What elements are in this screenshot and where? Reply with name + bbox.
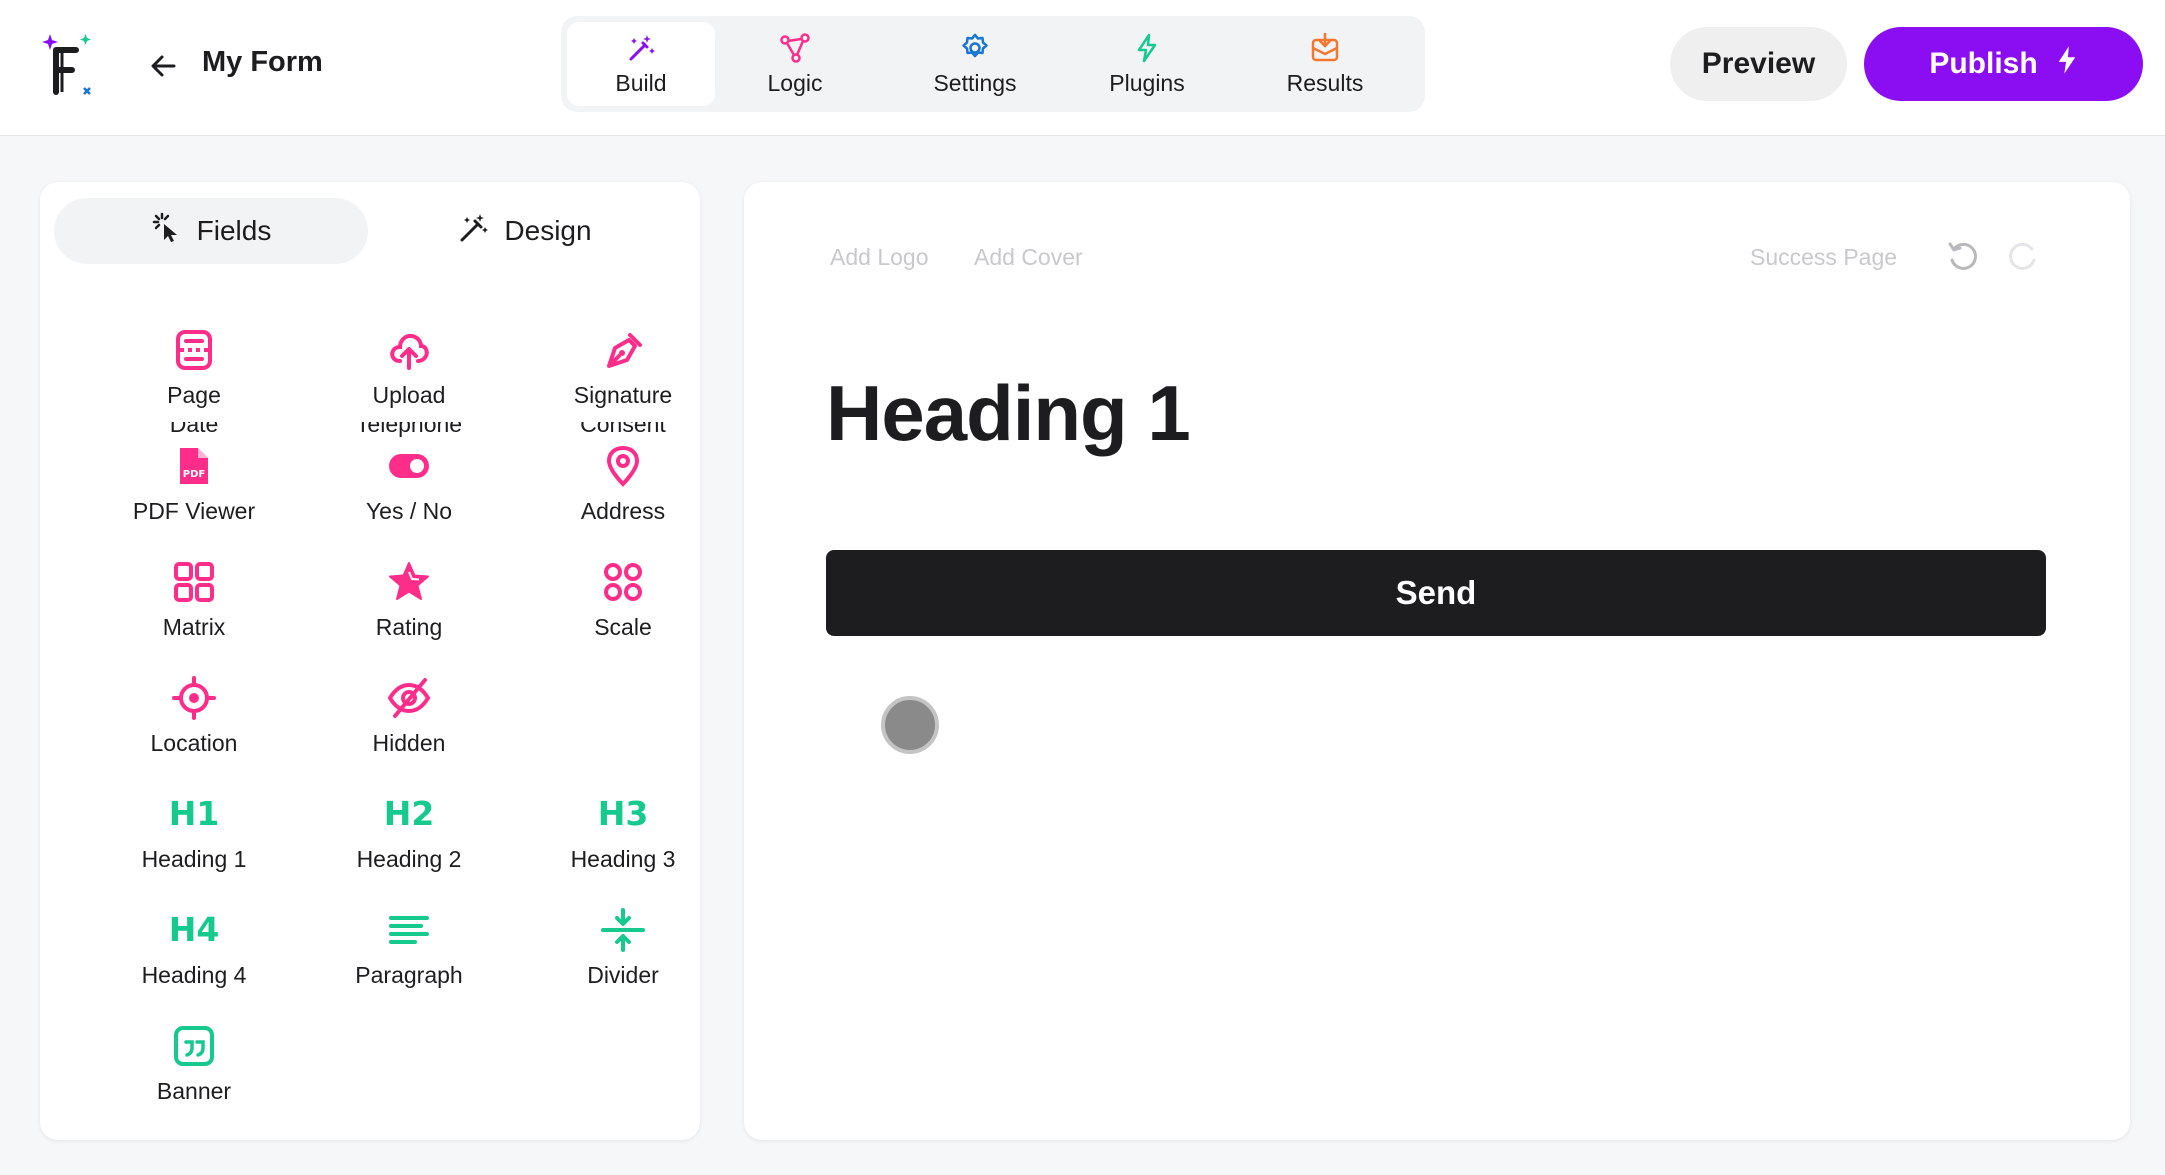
paragraph-icon bbox=[387, 908, 431, 952]
field-scale[interactable]: Scale bbox=[516, 560, 700, 670]
field-label: Heading 4 bbox=[141, 962, 247, 988]
tab-settings[interactable]: Settings bbox=[889, 22, 1061, 106]
toggle-icon bbox=[387, 444, 431, 488]
success-page-link[interactable]: Success Page bbox=[1750, 244, 1897, 271]
inbox-icon bbox=[1309, 32, 1341, 64]
add-logo-link[interactable]: Add Logo bbox=[830, 244, 928, 271]
field-label: Heading 3 bbox=[570, 846, 676, 872]
map-pin-icon bbox=[601, 444, 645, 488]
form-canvas: Add Logo Add Cover Success Page Heading … bbox=[744, 182, 2130, 1140]
field-yes-no[interactable]: Yes / No bbox=[302, 444, 516, 554]
fields-panel: Date Telephone Consent Page Upload Signa… bbox=[40, 182, 700, 1140]
field-label: Heading 2 bbox=[356, 846, 462, 872]
quote-icon bbox=[172, 1024, 216, 1068]
field-label: Banner bbox=[156, 1078, 232, 1104]
pointer-click-icon bbox=[151, 212, 183, 251]
gear-icon bbox=[959, 32, 991, 64]
field-signature[interactable]: Signature bbox=[516, 328, 700, 438]
field-heading-4[interactable]: H4 Heading 4 bbox=[87, 908, 301, 1018]
tab-label: Settings bbox=[933, 69, 1017, 96]
eye-off-icon bbox=[387, 676, 431, 720]
field-label: Upload bbox=[372, 382, 446, 408]
field-banner[interactable]: Banner bbox=[87, 1024, 301, 1134]
grid-icon bbox=[172, 560, 216, 604]
form-title[interactable]: My Form bbox=[202, 46, 323, 79]
field-label: Address bbox=[580, 498, 666, 524]
lightning-icon bbox=[2056, 45, 2078, 83]
field-label: Signature bbox=[573, 382, 673, 408]
panel-tabs: Fields Design bbox=[54, 198, 686, 264]
heading-4-icon: H4 bbox=[168, 910, 220, 949]
page-icon bbox=[172, 328, 216, 372]
cloud-upload-icon bbox=[387, 328, 431, 372]
app-logo[interactable] bbox=[40, 30, 106, 100]
field-label: Matrix bbox=[162, 614, 226, 640]
tab-design[interactable]: Design bbox=[368, 198, 682, 264]
tab-label: Plugins bbox=[1109, 69, 1185, 96]
field-label: Location bbox=[150, 730, 238, 756]
pdf-icon: PDF bbox=[172, 444, 216, 488]
heading-3-icon: H3 bbox=[597, 794, 649, 833]
field-label: Scale bbox=[594, 614, 652, 640]
main-tabs: Build Logic Settings Plugins Results bbox=[561, 16, 1425, 112]
undo-icon[interactable] bbox=[1946, 240, 1980, 274]
tab-results[interactable]: Results bbox=[1251, 22, 1399, 106]
magic-wand-icon bbox=[625, 32, 657, 64]
field-page[interactable]: Page bbox=[87, 328, 301, 438]
field-heading-3[interactable]: H3 Heading 3 bbox=[516, 792, 700, 902]
cursor-indicator bbox=[881, 696, 939, 754]
send-button[interactable]: Send bbox=[826, 550, 2046, 636]
field-label: Hidden bbox=[372, 730, 446, 756]
field-label: Yes / No bbox=[365, 498, 453, 524]
field-rating[interactable]: Rating bbox=[302, 560, 516, 670]
add-cover-link[interactable]: Add Cover bbox=[974, 244, 1083, 271]
field-label: Paragraph bbox=[355, 962, 463, 988]
publish-button[interactable]: Publish bbox=[1864, 27, 2143, 101]
field-paragraph[interactable]: Paragraph bbox=[302, 908, 516, 1018]
field-divider[interactable]: Divider bbox=[516, 908, 700, 1018]
tab-fields-label: Fields bbox=[196, 215, 272, 246]
field-label: PDF Viewer bbox=[132, 498, 256, 524]
publish-label: Publish bbox=[1929, 47, 2038, 80]
form-heading[interactable]: Heading 1 bbox=[826, 368, 1191, 459]
divider-icon bbox=[601, 908, 645, 952]
field-upload[interactable]: Upload bbox=[302, 328, 516, 438]
tab-plugins[interactable]: Plugins bbox=[1073, 22, 1221, 106]
top-bar: My Form Build Logic Settings Plugins Res… bbox=[0, 0, 2165, 136]
tab-label: Build bbox=[615, 69, 667, 96]
tab-label: Results bbox=[1286, 69, 1364, 96]
tab-build[interactable]: Build bbox=[567, 22, 715, 106]
field-hidden[interactable]: Hidden bbox=[302, 676, 516, 786]
field-heading-2[interactable]: H2 Heading 2 bbox=[302, 792, 516, 902]
field-label: Rating bbox=[375, 614, 443, 640]
field-pdf-viewer[interactable]: PDF PDF Viewer bbox=[87, 444, 301, 554]
nodes-icon bbox=[779, 32, 811, 64]
heading-2-icon: H2 bbox=[383, 794, 435, 833]
svg-text:PDF: PDF bbox=[183, 469, 205, 480]
field-heading-1[interactable]: H1 Heading 1 bbox=[87, 792, 301, 902]
magic-wand-icon bbox=[458, 212, 490, 251]
field-label: Heading 1 bbox=[141, 846, 247, 872]
preview-button[interactable]: Preview bbox=[1670, 27, 1847, 101]
tab-logic[interactable]: Logic bbox=[721, 22, 869, 106]
field-location[interactable]: Location bbox=[87, 676, 301, 786]
field-address[interactable]: Address bbox=[516, 444, 700, 554]
field-label: Divider bbox=[587, 962, 659, 988]
target-icon bbox=[172, 676, 216, 720]
tab-fields[interactable]: Fields bbox=[54, 198, 368, 264]
star-icon bbox=[387, 560, 431, 604]
field-matrix[interactable]: Matrix bbox=[87, 560, 301, 670]
back-arrow-icon[interactable] bbox=[146, 48, 182, 84]
redo-icon[interactable] bbox=[2006, 240, 2040, 274]
heading-1-icon: H1 bbox=[168, 794, 220, 833]
four-circles-icon bbox=[601, 560, 645, 604]
tab-label: Logic bbox=[767, 69, 823, 96]
tab-design-label: Design bbox=[504, 215, 592, 246]
field-label: Page bbox=[167, 382, 221, 408]
pen-nib-icon bbox=[601, 328, 645, 372]
lightning-icon bbox=[1131, 32, 1163, 64]
